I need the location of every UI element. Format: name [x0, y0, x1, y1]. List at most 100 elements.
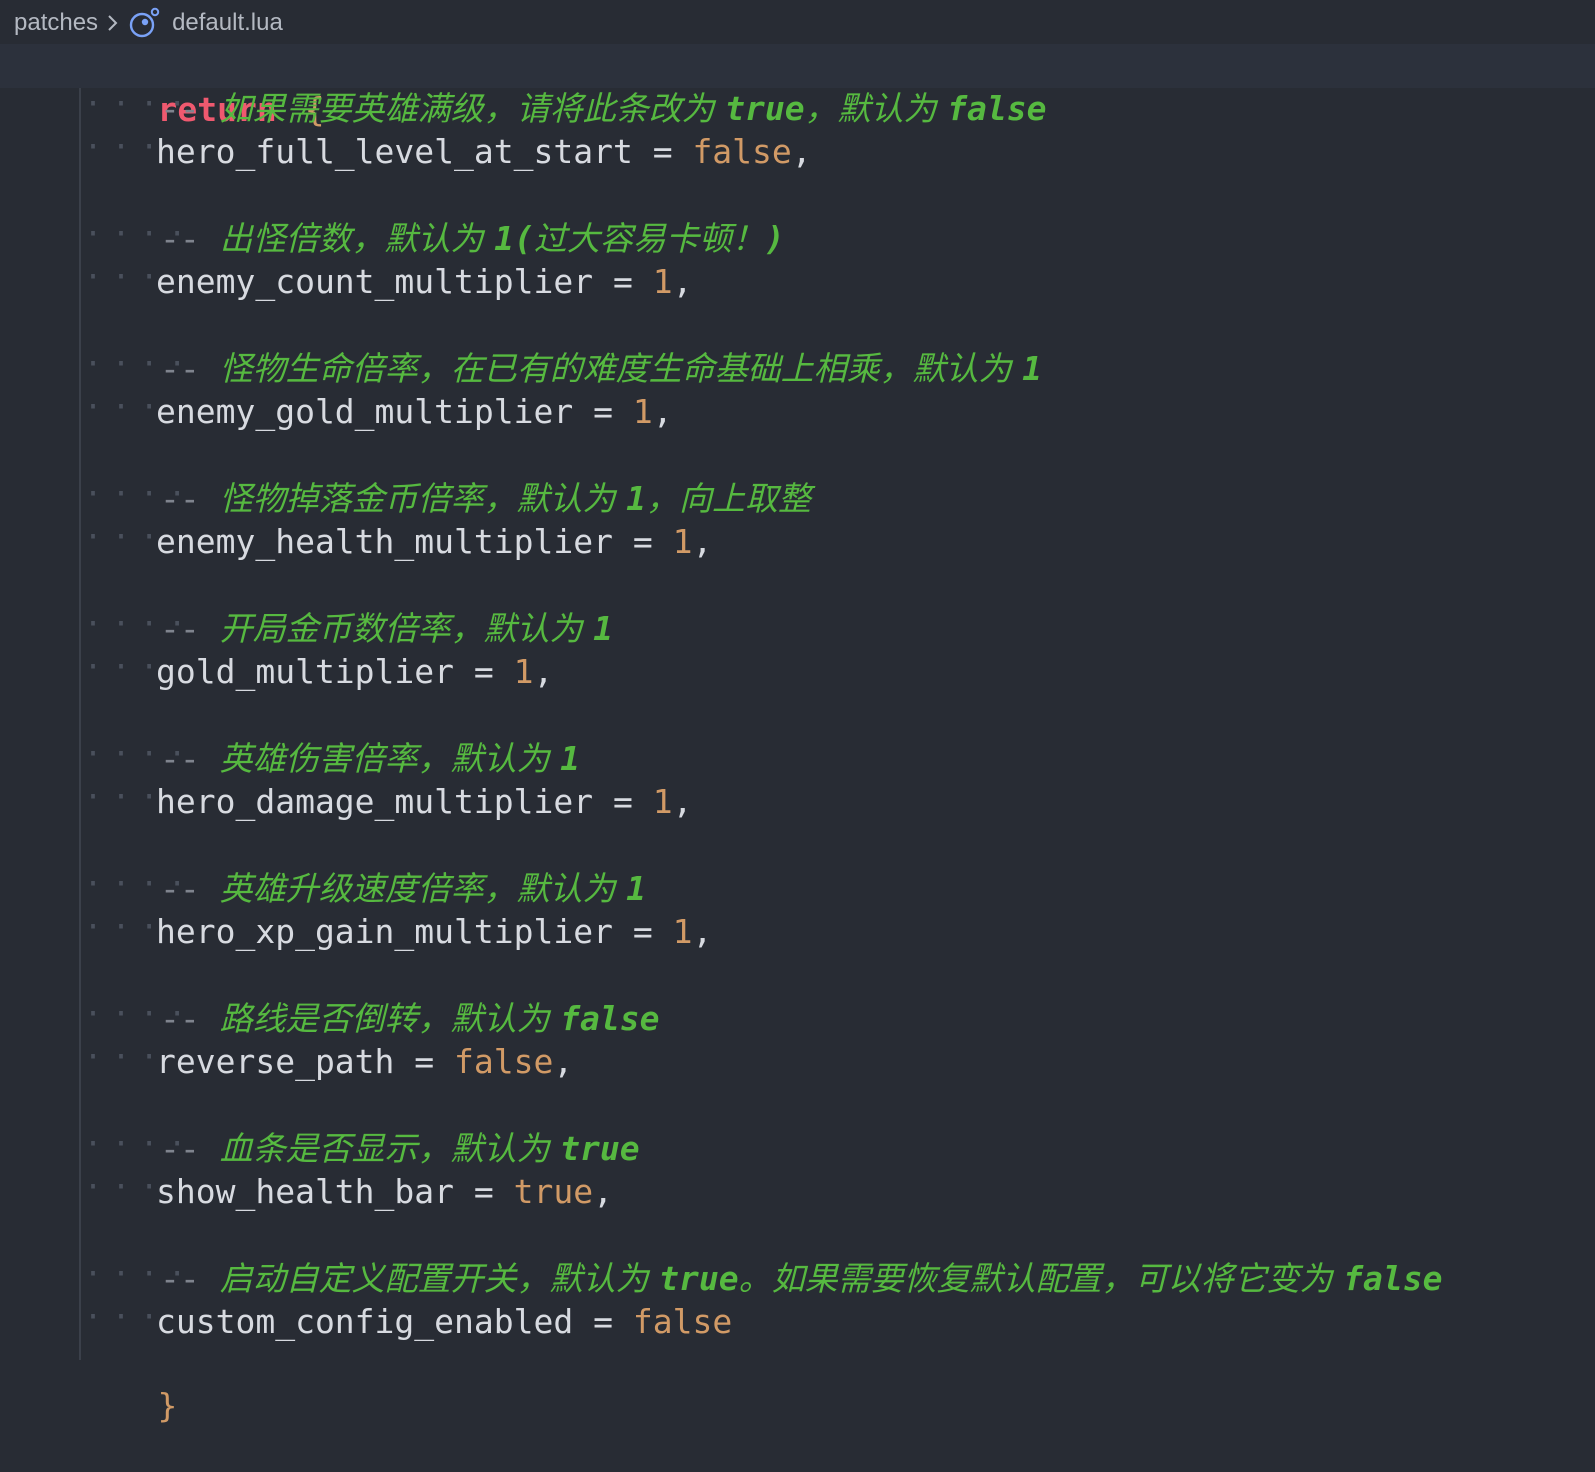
comment-text: true — [725, 89, 805, 128]
comment-text: 路线是否倒转，默认为 — [219, 999, 561, 1038]
config-key: enemy_health_multiplier — [156, 522, 613, 561]
trailing-comma: , — [692, 912, 713, 951]
assign-operator: = — [612, 522, 673, 561]
code-line-enemy_count_multiplier[interactable]: enemy_count_multiplier = 1, — [156, 260, 692, 304]
config-key: custom_config_enabled — [156, 1302, 574, 1341]
code-line-hero_damage_multiplier[interactable]: hero_damage_multiplier = 1, — [156, 780, 692, 824]
comment-text: 。如果需要恢复默认配置，可以将它变为 — [738, 1259, 1344, 1298]
code-comment[interactable]: -- 路线是否倒转，默认为 false — [160, 997, 659, 1041]
config-key: enemy_count_multiplier — [156, 262, 594, 301]
comment-text: 如果需要英雄满级，请将此条改为 — [219, 89, 726, 128]
comment-text: true — [659, 1259, 739, 1298]
config-value: false — [454, 1042, 554, 1081]
comment-marker: -- — [160, 1259, 220, 1298]
code-editor[interactable]: return { ···· -- 如果需要英雄满级，请将此条改为 true，默认为… — [0, 44, 1595, 1425]
assign-operator: = — [454, 652, 514, 691]
code-comment[interactable]: -- 怪物掉落金币倍率，默认为 1，向上取整 — [160, 477, 811, 521]
config-key: hero_xp_gain_multiplier — [156, 912, 613, 951]
config-value: 1 — [672, 522, 693, 561]
comment-text: 出怪倍数，默认为 — [219, 219, 495, 258]
code-comment[interactable]: -- 怪物生命倍率，在已有的难度生命基础上相乘，默认为 1 — [160, 347, 1042, 391]
code-comment[interactable]: -- 启动自定义配置开关，默认为 true。如果需要恢复默认配置，可以将它变为 … — [160, 1257, 1442, 1301]
comment-text: 怪物掉落金币倍率，默认为 — [219, 479, 627, 518]
code-line-enemy_gold_multiplier[interactable]: enemy_gold_multiplier = 1, — [156, 390, 673, 434]
trailing-comma: , — [672, 782, 693, 821]
code-line-return[interactable]: return { — [78, 44, 324, 129]
assign-operator: = — [394, 1042, 455, 1081]
code-line-close[interactable]: } — [78, 1340, 177, 1425]
config-key: gold_multiplier — [156, 652, 455, 691]
comment-marker: -- — [160, 89, 220, 128]
code-line-reverse_path[interactable]: reverse_path = false, — [156, 1040, 573, 1084]
trailing-comma: , — [533, 652, 554, 691]
comment-text: 1 — [1022, 349, 1042, 388]
config-value: 1 — [632, 392, 653, 431]
config-value: 1 — [652, 782, 673, 821]
comment-marker: -- — [160, 999, 220, 1038]
config-value: false — [692, 132, 792, 171]
code-line-hero_xp_gain_multiplier[interactable]: hero_xp_gain_multiplier = 1, — [156, 910, 712, 954]
code-comment[interactable]: -- 出怪倍数，默认为 1(过大容易卡顿！) — [160, 217, 785, 261]
comment-text: false — [560, 999, 660, 1038]
assign-operator: = — [573, 392, 633, 431]
code-line-gold_multiplier[interactable]: gold_multiplier = 1, — [156, 650, 553, 694]
comment-text: true — [560, 1129, 640, 1168]
code-comment[interactable]: -- 英雄伤害倍率，默认为 1 — [160, 737, 580, 781]
breadcrumb-folder[interactable]: patches — [14, 9, 98, 37]
assign-operator: = — [632, 132, 693, 171]
comment-text: false — [947, 89, 1047, 128]
config-key: hero_damage_multiplier — [156, 782, 594, 821]
code-comment[interactable]: -- 英雄升级速度倍率，默认为 1 — [160, 867, 646, 911]
indent-guide — [79, 88, 81, 1360]
config-value: 1 — [513, 652, 534, 691]
comment-text: 英雄伤害倍率，默认为 — [219, 739, 561, 778]
comment-text: 1 — [626, 869, 646, 908]
config-value: 1 — [652, 262, 673, 301]
comment-text: 1( — [494, 219, 534, 258]
comment-text: 1 — [626, 479, 646, 518]
comment-text: 开局金币数倍率，默认为 — [219, 609, 594, 648]
config-value: 1 — [672, 912, 693, 951]
config-key: reverse_path — [156, 1042, 395, 1081]
code-line-enemy_health_multiplier[interactable]: enemy_health_multiplier = 1, — [156, 520, 712, 564]
comment-text: false — [1343, 1259, 1443, 1298]
trailing-comma: , — [791, 132, 812, 171]
comment-text: 1 — [593, 609, 613, 648]
comment-marker: -- — [160, 609, 220, 648]
code-line-custom_config_enabled[interactable]: custom_config_enabled = false — [156, 1300, 732, 1344]
code-line-hero_full_level_at_start[interactable]: hero_full_level_at_start = false, — [156, 130, 812, 174]
config-key: show_health_bar — [156, 1172, 455, 1211]
comment-marker: -- — [160, 219, 220, 258]
config-value: true — [513, 1172, 594, 1211]
config-key: enemy_gold_multiplier — [156, 392, 574, 431]
assign-operator: = — [593, 782, 653, 821]
trailing-comma: , — [692, 522, 713, 561]
comment-text: 英雄升级速度倍率，默认为 — [219, 869, 627, 908]
trailing-comma: , — [593, 1172, 613, 1211]
comment-marker: -- — [160, 739, 220, 778]
assign-operator: = — [454, 1172, 514, 1211]
comment-text: ) — [764, 219, 785, 258]
comment-marker: -- — [160, 869, 220, 908]
comment-marker: -- — [160, 1129, 220, 1168]
comment-text: 过大容易卡顿！ — [533, 219, 765, 258]
breadcrumb-file[interactable]: default.lua — [172, 9, 283, 37]
lua-file-icon — [128, 7, 160, 39]
comment-text: 启动自定义配置开关，默认为 — [219, 1259, 660, 1298]
breadcrumb: patches default.lua — [0, 0, 1595, 46]
comment-text: ，默认为 — [804, 89, 948, 128]
code-comment[interactable]: -- 开局金币数倍率，默认为 1 — [160, 607, 613, 651]
trailing-comma: , — [553, 1042, 574, 1081]
comment-text: 怪物生命倍率，在已有的难度生命基础上相乘，默认为 — [219, 349, 1023, 388]
chevron-right-icon — [106, 11, 120, 35]
trailing-comma: , — [652, 392, 673, 431]
code-comment[interactable]: -- 如果需要英雄满级，请将此条改为 true，默认为 false — [160, 87, 1046, 131]
code-comment[interactable]: -- 血条是否显示，默认为 true — [160, 1127, 640, 1171]
config-value: false — [632, 1302, 733, 1341]
code-line-show_health_bar[interactable]: show_health_bar = true, — [156, 1170, 613, 1214]
assign-operator: = — [612, 912, 673, 951]
comment-text: ，向上取整 — [645, 479, 811, 518]
assign-operator: = — [593, 262, 653, 301]
comment-text: 血条是否显示，默认为 — [219, 1129, 561, 1168]
config-key: hero_full_level_at_start — [156, 132, 633, 171]
